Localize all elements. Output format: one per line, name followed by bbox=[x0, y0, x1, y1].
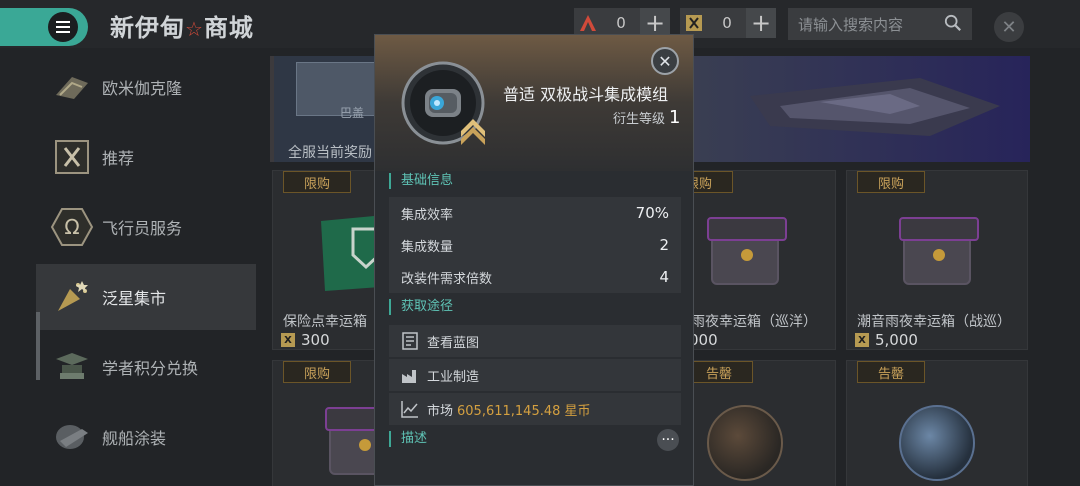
orb-image bbox=[695, 395, 795, 485]
sidebar-item-label: 学者积分兑换 bbox=[102, 359, 199, 378]
battleship-image bbox=[750, 78, 1000, 136]
ship-paint-icon bbox=[50, 415, 94, 459]
search-placeholder: 请输入搜索内容 bbox=[798, 15, 904, 34]
add-x-currency-button[interactable]: + bbox=[746, 8, 776, 38]
source-label: 市场 bbox=[427, 403, 454, 419]
price-value: 5,000 bbox=[875, 331, 918, 349]
sidebar: 欧米伽克隆 推荐 Ω 飞行员服务 泛星集市 学者积分兑换 舰船涂装 bbox=[0, 48, 258, 486]
close-icon[interactable]: ✕ bbox=[994, 12, 1024, 42]
orb-image bbox=[887, 395, 987, 485]
lucky-box-image bbox=[695, 205, 795, 295]
currency-alliance-value: 0 bbox=[616, 14, 626, 32]
product-name: 保险点幸运箱 bbox=[283, 314, 367, 330]
source-market-button[interactable]: 市场 605,611,145.48 星币 bbox=[389, 393, 681, 425]
scholar-icon bbox=[50, 345, 94, 389]
sidebar-item-label: 舰船涂装 bbox=[102, 429, 167, 448]
sidebar-item-ship-paint[interactable]: 舰船涂装 bbox=[36, 404, 256, 470]
factory-icon bbox=[402, 370, 416, 383]
sidebar-item-label: 泛星集市 bbox=[102, 289, 167, 308]
banner-caption: 全服当前奖励 bbox=[288, 145, 372, 161]
sidebar-item-scholar-exchange[interactable]: 学者积分兑换 bbox=[36, 334, 256, 400]
stat-value: 70% bbox=[635, 204, 669, 222]
x-currency-icon bbox=[680, 9, 708, 37]
banner-subtitle: 巴盖 bbox=[340, 106, 365, 120]
price-value: 300 bbox=[301, 331, 330, 349]
combat-module-icon bbox=[401, 61, 491, 151]
sold-out-tag: 告罄 bbox=[857, 361, 925, 383]
x-currency-icon: X bbox=[855, 333, 869, 347]
alliance-currency-icon bbox=[574, 9, 602, 37]
title-suffix: 商城 bbox=[203, 14, 254, 42]
party-popper-icon bbox=[50, 275, 94, 319]
sidebar-item-label: 飞行员服务 bbox=[102, 219, 183, 238]
limited-tag: 限购 bbox=[857, 171, 925, 193]
stat-row: 改装件需求倍数 4 bbox=[389, 261, 681, 293]
lucky-box-image bbox=[887, 205, 987, 295]
section-basic-info: 基础信息 bbox=[389, 173, 453, 189]
menu-button[interactable] bbox=[0, 8, 88, 46]
product-name: 潮音雨夜幸运箱（战巡） bbox=[857, 314, 1011, 330]
source-label: 工业制造 bbox=[427, 369, 480, 385]
close-icon[interactable]: ✕ bbox=[651, 47, 679, 75]
stat-value: 4 bbox=[659, 268, 669, 286]
sidebar-item-market[interactable]: 泛星集市 bbox=[36, 264, 256, 330]
stat-row: 集成数量 2 bbox=[389, 229, 681, 261]
hamburger-icon bbox=[48, 12, 78, 42]
source-label: 查看蓝图 bbox=[427, 335, 480, 351]
limited-tag: 限购 bbox=[283, 171, 351, 193]
stat-label: 集成效率 bbox=[401, 207, 454, 223]
sidebar-item-recommend[interactable]: 推荐 bbox=[36, 124, 256, 190]
sidebar-item-omega-clone[interactable]: 欧米伽克隆 bbox=[36, 54, 256, 120]
sidebar-item-label: 推荐 bbox=[102, 149, 135, 168]
derivative-level: 衍生等级 1 bbox=[613, 107, 680, 128]
product-card[interactable]: 限购 潮音雨夜幸运箱（战巡） X 5,000 bbox=[846, 170, 1028, 350]
market-chart-icon bbox=[401, 401, 418, 418]
level-value: 1 bbox=[669, 107, 681, 128]
search-input[interactable]: 请输入搜索内容 bbox=[788, 8, 972, 40]
x-currency-icon: X bbox=[281, 333, 295, 347]
sidebar-item-label: 欧米伽克隆 bbox=[102, 79, 183, 98]
product-name: 雨夜幸运箱（巡洋） bbox=[691, 314, 817, 330]
omega-icon: Ω bbox=[50, 205, 94, 249]
search-icon[interactable] bbox=[944, 14, 962, 32]
star-icon: ☆ bbox=[185, 17, 204, 41]
level-label: 衍生等级 bbox=[613, 112, 666, 127]
svg-text:Ω: Ω bbox=[64, 215, 79, 239]
active-indicator bbox=[36, 312, 40, 380]
limited-tag: 限购 bbox=[283, 361, 351, 383]
product-card[interactable]: 告罄 bbox=[846, 360, 1028, 486]
market-price: 605,611,145.48 星币 bbox=[457, 403, 591, 419]
section-source: 获取途径 bbox=[389, 299, 453, 315]
currency-x: 0 + bbox=[680, 8, 776, 38]
stat-row: 集成效率 70% bbox=[389, 197, 681, 229]
item-detail-modal: ✕ 普适 双极战斗集成模组 衍生等级 1 基础信息 集成效率 70% 集成数量 2 改… bbox=[374, 34, 694, 486]
product-price: X 300 bbox=[281, 331, 330, 349]
currency-x-value: 0 bbox=[722, 14, 732, 32]
source-industry-button[interactable]: 工业制造 bbox=[389, 359, 681, 391]
product-price: X 5,000 bbox=[855, 331, 918, 349]
stat-label: 集成数量 bbox=[401, 239, 454, 255]
blueprint-icon bbox=[402, 332, 418, 350]
x-badge-icon bbox=[50, 135, 94, 179]
sold-out-tag: 告罄 bbox=[685, 361, 753, 383]
omega-clone-icon bbox=[50, 65, 94, 109]
title-main: 新伊甸 bbox=[110, 14, 185, 42]
app-root: 新伊甸☆商城 0 + 0 + 请输入搜索内容 ✕ 欧米伽克隆 推荐 Ω 飞行员服… bbox=[0, 0, 1080, 486]
page-title: 新伊甸☆商城 bbox=[110, 8, 254, 43]
item-title: 普适 双极战斗集成模组 bbox=[503, 85, 669, 104]
sidebar-item-pilot-service[interactable]: Ω 飞行员服务 bbox=[36, 194, 256, 260]
stat-value: 2 bbox=[659, 236, 669, 254]
section-description: 描述 bbox=[389, 431, 427, 447]
source-blueprint-button[interactable]: 查看蓝图 bbox=[389, 325, 681, 357]
more-options-button[interactable]: ··· bbox=[657, 429, 679, 451]
stat-label: 改装件需求倍数 bbox=[401, 271, 493, 287]
